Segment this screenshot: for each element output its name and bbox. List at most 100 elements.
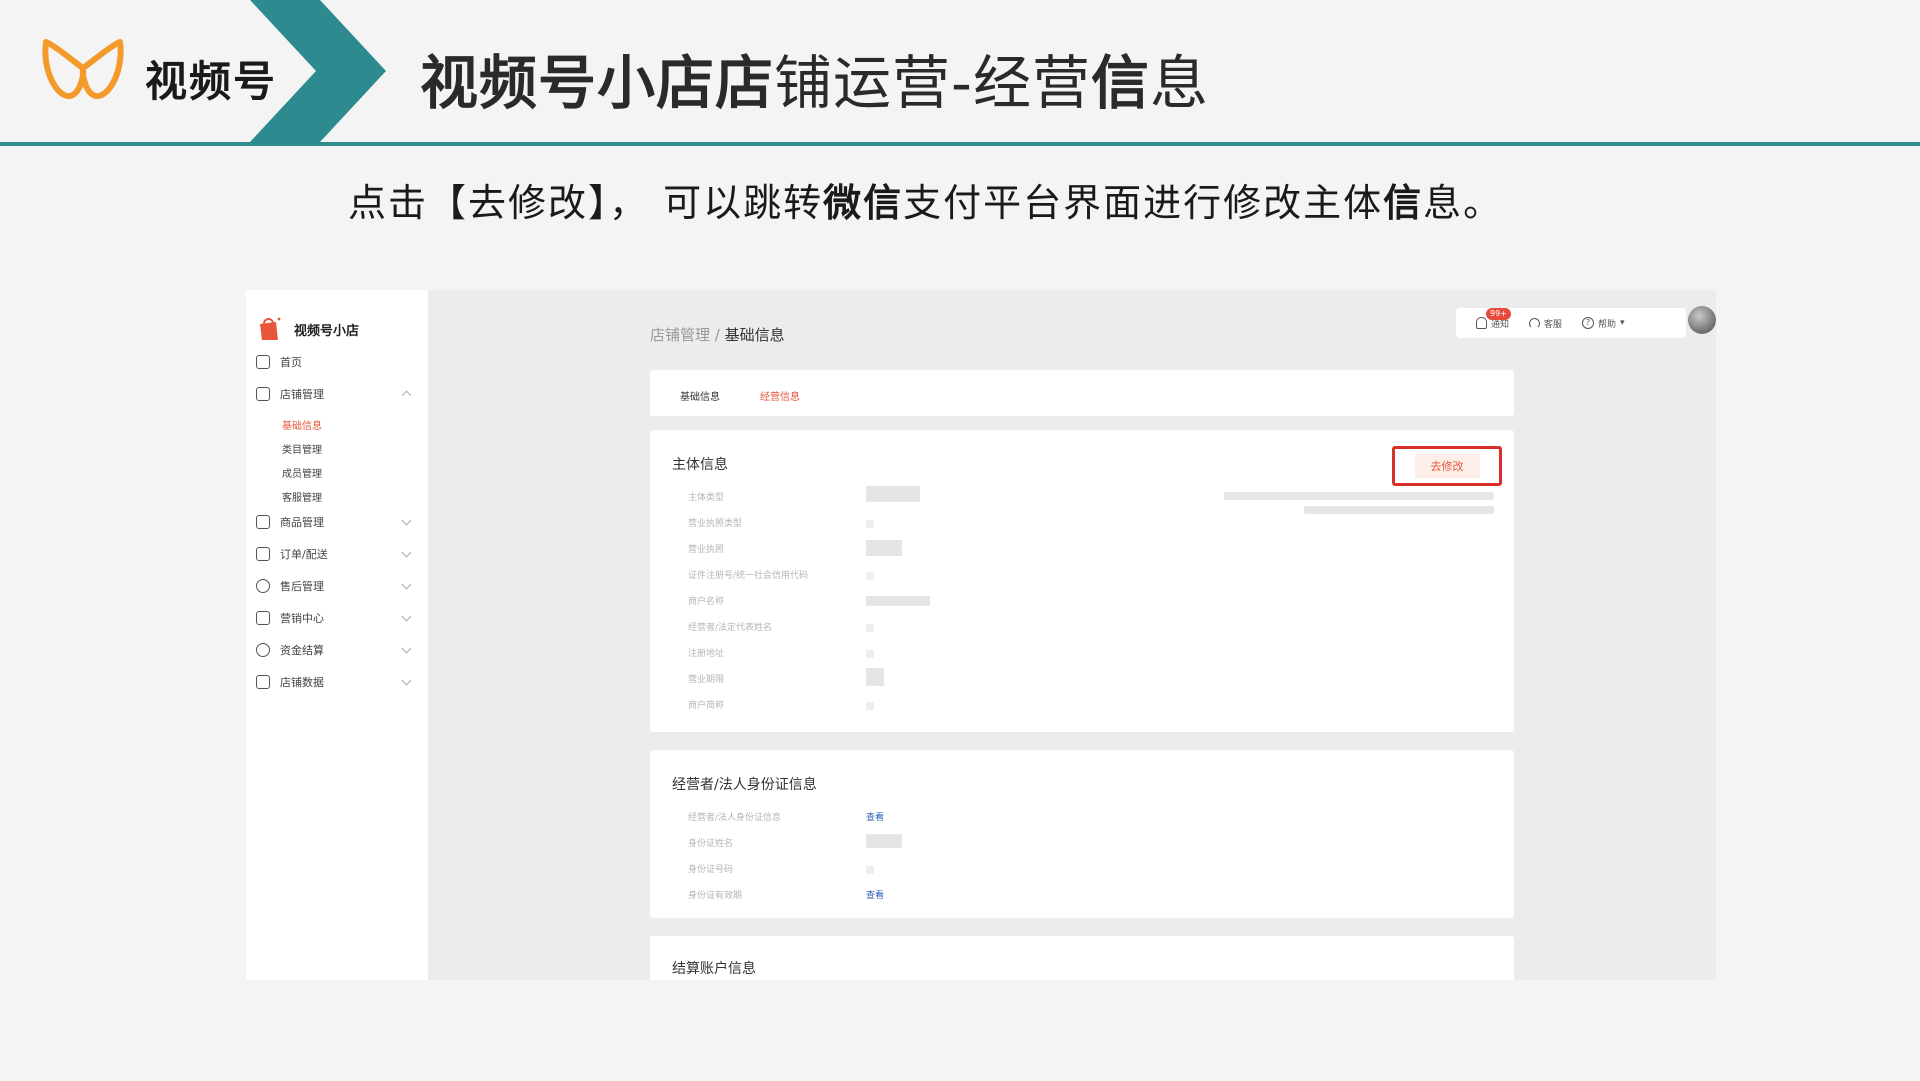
sidebar-item-products[interactable]: 商品管理	[256, 512, 420, 532]
blurred-value	[866, 702, 874, 710]
field-label: 营业执照类型	[688, 519, 743, 529]
blurred-value	[866, 520, 874, 528]
headset-icon	[1529, 317, 1541, 329]
sidebar-item-aftersale[interactable]: 售后管理	[256, 576, 420, 596]
avatar[interactable]	[1688, 306, 1716, 334]
sidebar-item-home[interactable]: 首页	[256, 352, 420, 372]
blurred-value	[866, 540, 902, 556]
help-button[interactable]: ? 帮助 ▾	[1582, 317, 1625, 330]
title-part: 息	[1149, 49, 1209, 117]
sidebar-item-label: 售后管理	[280, 580, 324, 593]
bell-icon	[1476, 317, 1487, 329]
field-label: 经营者/法人身份证信息	[688, 813, 782, 823]
view-link[interactable]: 查看	[866, 810, 884, 823]
sidebar-title: 视频号小店	[294, 324, 360, 339]
sidebar-item-data[interactable]: 店铺数据	[256, 672, 420, 692]
field-label: 营业执照	[688, 545, 725, 555]
field-label: 经营者/法定代表姓名	[688, 623, 773, 633]
sidebar-sub-service[interactable]: 客服管理	[282, 489, 322, 504]
store-icon	[256, 387, 270, 401]
caret-down-icon: ▾	[1620, 318, 1625, 328]
blurred-note	[1304, 506, 1494, 514]
field-label: 注册地址	[688, 649, 725, 659]
help-icon: ?	[1582, 317, 1595, 329]
sidebar-item-label: 资金结算	[280, 644, 324, 657]
blurred-value	[866, 650, 874, 658]
sidebar-item-label: 订单/配送	[280, 548, 328, 561]
sidebar-item-store[interactable]: 店铺管理	[256, 384, 420, 404]
instruction-part: 支付平台界面进行修改主体	[903, 181, 1384, 225]
chevron-up-icon	[401, 390, 412, 401]
topbar-actions: 通知 99+ 客服 ? 帮助 ▾	[1456, 307, 1686, 338]
instruction-part: 息。	[1423, 181, 1504, 225]
header-divider	[0, 142, 1920, 146]
chevron-down-icon	[401, 675, 412, 686]
sidebar-item-label: 店铺管理	[280, 388, 324, 401]
sidebar-item-label: 首页	[280, 356, 302, 369]
instruction-part: 信	[1383, 181, 1424, 225]
id-info-card: 经营者/法人身份证信息 经营者/法人身份证信息 查看 身份证姓名 身份证号码 身…	[650, 750, 1514, 918]
instruction-text: 点击【去修改】， 可以跳转微信支付平台界面进行修改主体信息。	[348, 172, 1503, 227]
view-link[interactable]: 查看	[866, 888, 884, 901]
instruction-part: 微信	[823, 181, 904, 225]
chevron-down-icon	[401, 515, 412, 526]
service-label: 客服	[1544, 319, 1563, 330]
title-part: 信	[1090, 49, 1150, 117]
title-part: 视频号小店店	[420, 49, 775, 117]
blurred-note	[1224, 492, 1494, 500]
page-title: 视频号小店店铺运营-经营信息	[420, 36, 1209, 120]
notice-badge: 99+	[1486, 307, 1511, 320]
blurred-value	[866, 866, 874, 874]
notice-button[interactable]: 通知 99+	[1476, 307, 1511, 330]
home-icon	[256, 355, 270, 369]
blurred-value	[866, 596, 930, 606]
tab-basic-info[interactable]: 基础信息	[680, 388, 720, 403]
breadcrumb-current: 基础信息	[724, 326, 785, 344]
field-label: 商户简称	[688, 701, 725, 711]
chevron-down-icon	[401, 547, 412, 558]
sidebar-item-marketing[interactable]: 营销中心	[256, 608, 420, 628]
field-label: 身份证有效期	[688, 891, 743, 901]
sidebar-sub-category[interactable]: 类目管理	[282, 441, 322, 456]
breadcrumb-parent[interactable]: 店铺管理 /	[650, 326, 725, 344]
field-label: 证件注册号/统一社会信用代码	[688, 571, 809, 581]
order-icon	[256, 547, 270, 561]
bag-icon	[256, 515, 270, 529]
sidebar: 视频号小店 首页 店铺管理 基础信息 类目管理 成员管理 客服管理 商品管理 订…	[246, 290, 428, 980]
shop-bag-icon	[260, 317, 281, 340]
help-label: 帮助	[1598, 319, 1617, 330]
card-title: 经营者/法人身份证信息	[672, 777, 817, 793]
sidebar-sub-members[interactable]: 成员管理	[282, 465, 322, 480]
chevron-down-icon	[401, 579, 412, 590]
sidebar-item-funds[interactable]: 资金结算	[256, 640, 420, 660]
subject-info-card: 主体信息 去修改 主体类型 营业执照类型 营业执照 证件注册号/统一社会信用代码…	[650, 430, 1514, 732]
settlement-card: 结算账户信息	[650, 936, 1514, 980]
sidebar-item-label: 店铺数据	[280, 676, 324, 689]
service-button[interactable]: 客服	[1529, 317, 1562, 330]
blurred-value	[866, 668, 884, 686]
sidebar-item-orders[interactable]: 订单/配送	[256, 544, 420, 564]
sidebar-item-label: 营销中心	[280, 612, 324, 625]
sidebar-item-label: 商品管理	[280, 516, 324, 529]
app-screenshot: 视频号小店 首页 店铺管理 基础信息 类目管理 成员管理 客服管理 商品管理 订…	[246, 290, 1716, 980]
coin-icon	[256, 643, 270, 657]
blurred-value	[866, 572, 874, 580]
channels-logo-icon	[42, 39, 124, 99]
edit-button[interactable]: 去修改	[1392, 446, 1502, 486]
instruction-part: 点击【去修改】， 可以跳转	[348, 181, 824, 225]
headset-icon	[256, 579, 270, 593]
slide-header: 视频号 视频号小店店铺运营-经营信息	[0, 0, 1920, 142]
title-part: 铺运营-经营	[774, 49, 1091, 117]
blurred-value	[866, 834, 902, 848]
tab-business-info[interactable]: 经营信息	[760, 388, 800, 403]
blurred-value	[866, 624, 874, 632]
chevron-decoration	[250, 0, 386, 142]
chevron-down-icon	[401, 643, 412, 654]
chart-icon	[256, 675, 270, 689]
card-title: 结算账户信息	[672, 961, 756, 977]
sidebar-sub-basic-info[interactable]: 基础信息	[282, 417, 322, 432]
edit-button-label: 去修改	[1414, 454, 1480, 478]
field-label: 主体类型	[688, 493, 725, 503]
card-title: 主体信息	[672, 457, 728, 473]
field-label: 商户名称	[688, 597, 725, 607]
